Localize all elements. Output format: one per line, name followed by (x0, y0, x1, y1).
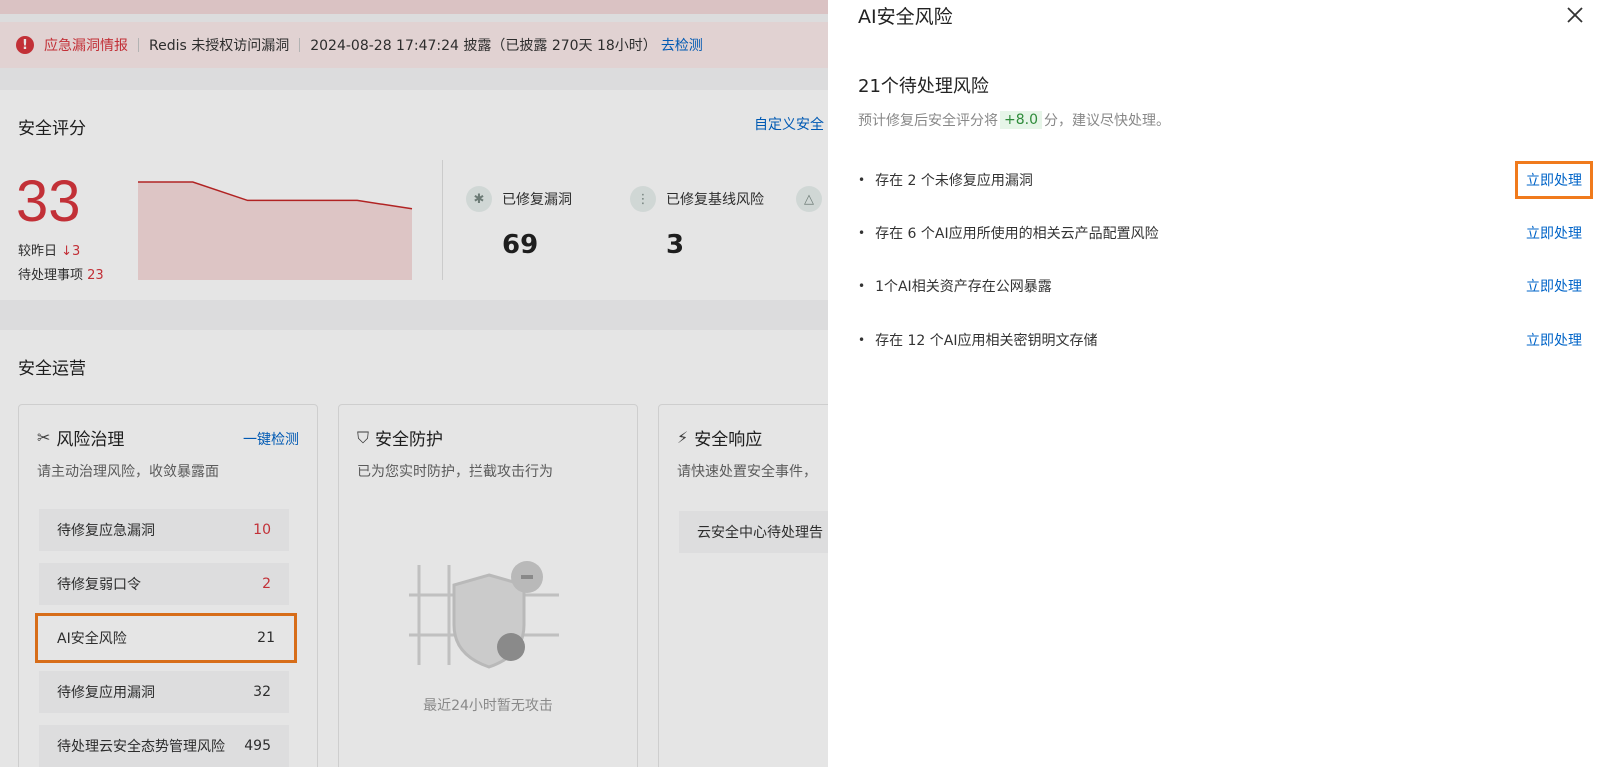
pending-risk-desc: 预计修复后安全评分将 +8.0 分，建议尽快处理。 (858, 110, 1170, 130)
desc-after: 分，建议尽快处理。 (1044, 113, 1170, 129)
handle-now-button[interactable]: 立即处理 (1515, 161, 1593, 199)
handle-now-button[interactable]: 立即处理 (1518, 217, 1590, 249)
risk-row: • 存在 12 个AI应用相关密钥明文存储 立即处理 (858, 325, 1590, 355)
bullet-icon: • (858, 226, 866, 240)
risk-text: 1个AI相关资产存在公网暴露 (875, 279, 1052, 295)
bullet-icon: • (858, 279, 866, 293)
bullet-icon: • (858, 333, 866, 347)
risk-text: 存在 12 个AI应用相关密钥明文存储 (875, 333, 1098, 349)
risk-text: 存在 2 个未修复应用漏洞 (875, 173, 1033, 189)
desc-before: 预计修复后安全评分将 (858, 113, 998, 129)
ai-risk-drawer: AI安全风险 21个待处理风险 预计修复后安全评分将 +8.0 分，建议尽快处理… (828, 0, 1616, 767)
drawer-title: AI安全风险 (858, 6, 953, 28)
risk-row: • 存在 6 个AI应用所使用的相关云产品配置风险 立即处理 (858, 218, 1590, 248)
close-icon[interactable] (1564, 4, 1586, 26)
risk-row: • 存在 2 个未修复应用漏洞 立即处理 (858, 161, 1593, 199)
handle-now-button[interactable]: 立即处理 (1518, 324, 1590, 356)
modal-overlay[interactable] (0, 0, 830, 767)
score-delta-badge: +8.0 (1000, 111, 1042, 129)
bullet-icon: • (858, 173, 866, 187)
risk-text: 存在 6 个AI应用所使用的相关云产品配置风险 (875, 226, 1159, 242)
pending-risk-title: 21个待处理风险 (858, 76, 989, 97)
risk-row: • 1个AI相关资产存在公网暴露 立即处理 (858, 271, 1590, 301)
handle-now-button[interactable]: 立即处理 (1518, 270, 1590, 302)
